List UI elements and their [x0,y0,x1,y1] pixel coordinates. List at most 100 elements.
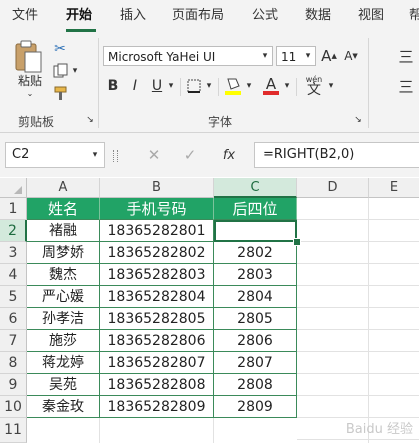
select-all-corner[interactable] [0,178,27,198]
borders-dropdown-icon[interactable]: ▾ [204,76,214,96]
menu-home[interactable]: 开始 [66,0,92,32]
font-dialog-launcher-icon[interactable]: ↘ [352,113,364,127]
font-color-button[interactable]: A [260,74,282,98]
column-header-b[interactable]: B [100,178,214,198]
format-painter-icon[interactable] [50,84,72,102]
font-name-dropdown-icon[interactable]: ▾ [258,46,272,66]
cut-icon[interactable]: ✂ [50,40,70,58]
table-cell[interactable] [297,198,369,220]
table-cell-phone[interactable]: 18365282801 [100,220,214,242]
watermark: Baidu 经验 [345,422,413,437]
row-header-3[interactable]: 3 [0,242,27,264]
align-top-icon[interactable]: 三 [396,46,416,66]
column-header-a[interactable]: A [27,178,100,198]
grow-font-icon: A [321,47,332,65]
grow-font-button[interactable]: A ▲ [320,46,338,66]
menu-view[interactable]: 视图 [358,0,384,32]
font-color-dropdown-icon[interactable]: ▾ [282,76,292,96]
row-header-1[interactable]: 1 [0,198,27,220]
font-size-dropdown-icon[interactable]: ▾ [302,46,314,66]
ribbon-divider [368,38,369,128]
insert-function-icon[interactable]: fx [218,144,240,166]
row-header-11[interactable]: 11 [0,418,27,443]
table-cell-name[interactable]: 孙孝洁 [27,308,100,330]
column-header-d[interactable]: D [297,178,369,198]
table-cell-name[interactable]: 施莎 [27,330,100,352]
align-left-icon[interactable]: 三 [396,76,416,96]
copy-dropdown-icon[interactable]: ▾ [70,62,80,80]
clipboard-dialog-launcher-icon[interactable]: ↘ [84,113,96,127]
menu-more[interactable]: 帮 [409,0,419,32]
ribbon-divider [180,78,181,96]
table-cell-name[interactable]: 严心媛 [27,286,100,308]
formula-input[interactable]: =RIGHT(B2,0) [254,142,419,168]
menu-page-layout[interactable]: 页面布局 [172,0,224,32]
table-cell-phone[interactable]: 18365282809 [100,396,214,418]
paste-button[interactable] [12,40,44,74]
paste-label[interactable]: 粘贴 [14,72,46,88]
fill-color-dropdown-icon[interactable]: ▾ [244,76,254,96]
row-header-9[interactable]: 9 [0,374,27,396]
fill-color-icon[interactable] [222,74,244,98]
menu-file[interactable]: 文件 [12,0,38,32]
header-cell-name[interactable]: 姓名 [27,198,100,220]
table-cell-last-four[interactable]: 2802 [214,242,297,264]
table-cell-name[interactable]: 秦金玫 [27,396,100,418]
phonetic-guide-button[interactable]: wén 文 [302,72,326,98]
empty-row-11[interactable] [27,418,297,443]
table-cell-name[interactable]: 魏杰 [27,264,100,286]
italic-button[interactable]: I [126,76,144,96]
table-cell-name[interactable]: 周梦娇 [27,242,100,264]
table-cell-name[interactable]: 吴苑 [27,374,100,396]
phonetic-dropdown-icon[interactable]: ▾ [326,76,336,96]
name-box-dropdown-icon[interactable]: ▾ [88,142,102,168]
fill-handle[interactable] [293,238,301,246]
column-header-c[interactable]: C [214,178,297,198]
underline-button[interactable]: U [148,76,166,96]
font-name-combo[interactable]: Microsoft YaHei UI [103,46,273,66]
row-header-8[interactable]: 8 [0,352,27,374]
table-cell-phone[interactable]: 18365282805 [100,308,214,330]
row-header-5[interactable]: 5 [0,286,27,308]
table-cell-phone[interactable]: 18365282806 [100,330,214,352]
table-cell-last-four[interactable]: 2805 [214,308,297,330]
row-header-7[interactable]: 7 [0,330,27,352]
active-cell-selection[interactable] [214,220,297,242]
table-cell-phone[interactable]: 18365282808 [100,374,214,396]
empty-cells-area[interactable] [297,220,419,443]
table-cell-last-four[interactable]: 2804 [214,286,297,308]
borders-icon[interactable] [184,76,204,96]
formula-bar-grip-icon[interactable] [113,150,118,162]
table-cell-phone[interactable]: 18365282807 [100,352,214,374]
row-header-4[interactable]: 4 [0,264,27,286]
table-cell-name[interactable]: 蒋龙婷 [27,352,100,374]
underline-dropdown-icon[interactable]: ▾ [166,76,176,96]
menu-data[interactable]: 数据 [305,0,331,32]
font-group-label: 字体 [208,115,233,129]
ribbon-divider [218,78,219,96]
table-cell-last-four[interactable]: 2803 [214,264,297,286]
cancel-icon[interactable]: ✕ [144,144,164,166]
table-cell-phone[interactable]: 18365282802 [100,242,214,264]
table-cell-last-four[interactable]: 2806 [214,330,297,352]
row-header-10[interactable]: 10 [0,396,27,418]
table-cell-last-four[interactable]: 2808 [214,374,297,396]
table-cell-phone[interactable]: 18365282804 [100,286,214,308]
shrink-font-button[interactable]: A ▼ [342,46,360,66]
menu-insert[interactable]: 插入 [120,0,146,32]
table-cell-last-four[interactable]: 2807 [214,352,297,374]
table-cell[interactable] [369,198,419,220]
enter-icon[interactable]: ✓ [180,144,200,166]
row-header-6[interactable]: 6 [0,308,27,330]
paste-dropdown-icon[interactable]: ⌄ [22,88,38,98]
table-cell-phone[interactable]: 18365282803 [100,264,214,286]
table-cell-last-four[interactable]: 2809 [214,396,297,418]
row-header-2[interactable]: 2 [0,220,27,242]
menu-formulas[interactable]: 公式 [252,0,278,32]
column-header-e[interactable]: E [369,178,419,198]
header-cell-phone[interactable]: 手机号码 [100,198,214,220]
copy-icon[interactable] [50,62,72,80]
header-cell-last-four[interactable]: 后四位 [214,198,297,220]
table-cell-name[interactable]: 褚融 [27,220,100,242]
bold-button[interactable]: B [104,76,122,96]
